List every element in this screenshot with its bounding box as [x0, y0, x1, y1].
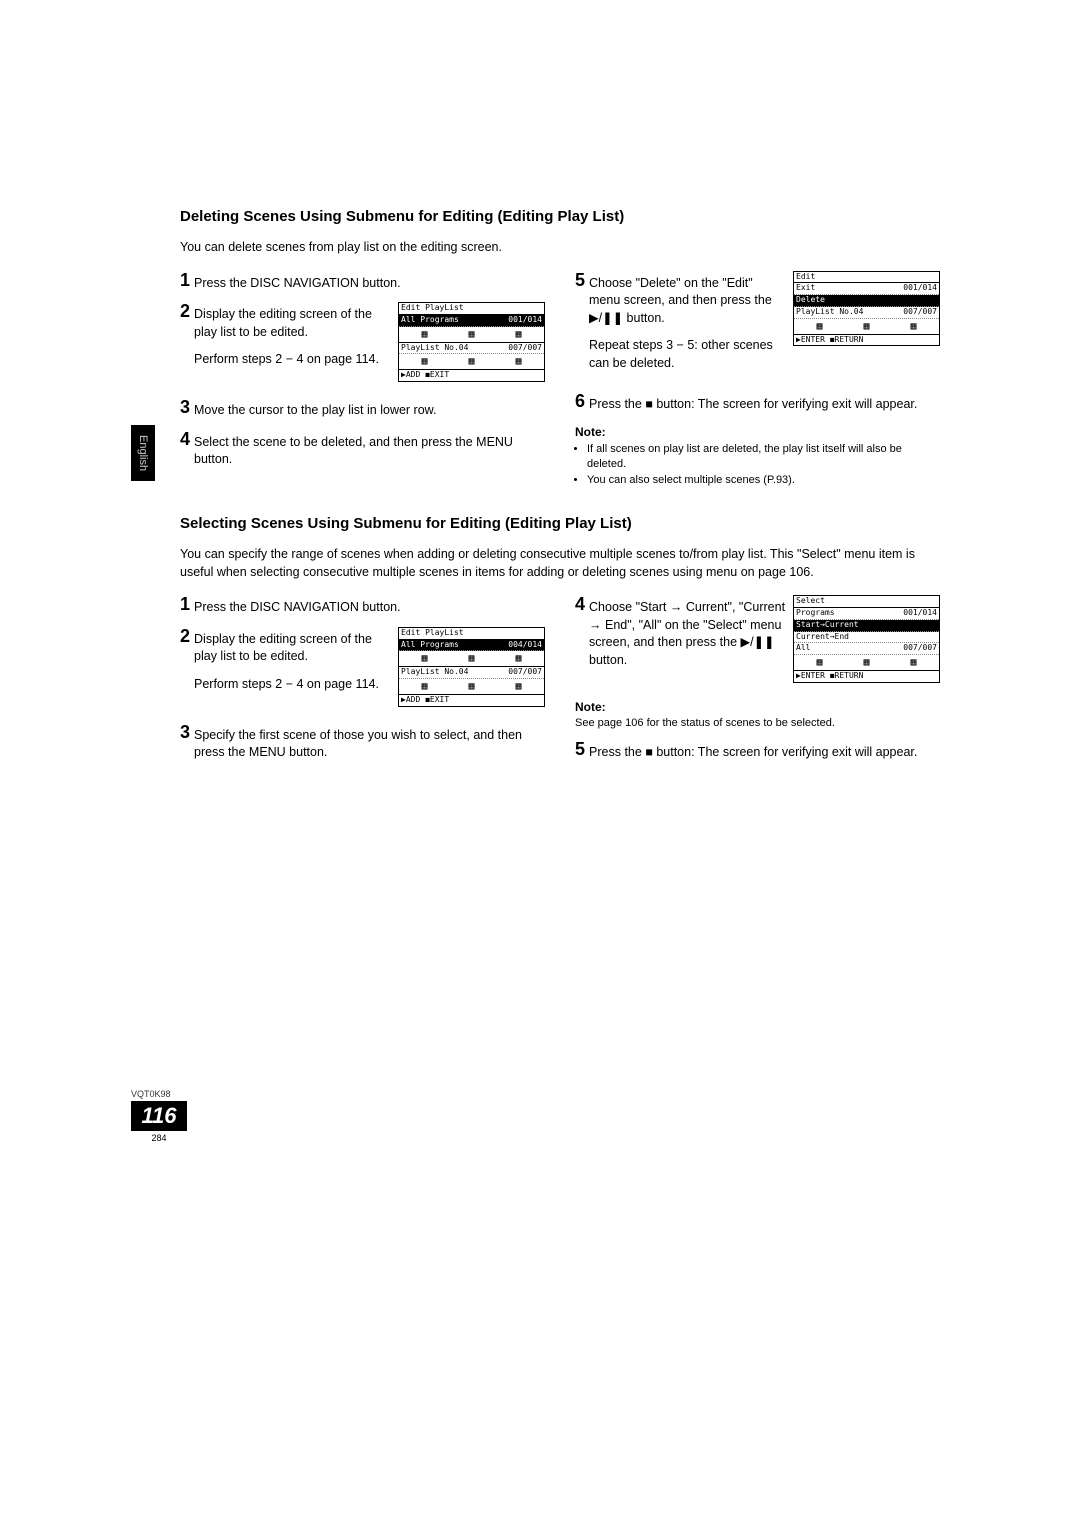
fig-row: PlayList No.04007/007 — [399, 667, 544, 679]
section2-title: Selecting Scenes Using Submenu for Editi… — [180, 515, 940, 532]
note-list: If all scenes on play list are deleted, … — [575, 442, 940, 487]
step-number: 4 — [180, 430, 190, 448]
note-heading: Note: — [575, 699, 940, 716]
fig-row: PlayList No.04007/007 — [399, 343, 544, 355]
step-text: Display the editing screen of the play l… — [194, 627, 392, 666]
footer-block: VQT0K98 116 284 — [131, 1089, 191, 1143]
fig-thumb-row: ▦▦▦ — [399, 651, 544, 667]
step-text: Press the DISC NAVIGATION button. — [194, 271, 545, 293]
fig-thumb-row: ▦▦▦ — [794, 655, 939, 671]
doc-code: VQT0K98 — [131, 1089, 191, 1099]
step-text: Select the scene to be deleted, and then… — [194, 430, 545, 469]
step-number: 3 — [180, 398, 190, 416]
section1-col-right: Edit Exit001/014 Delete PlayList No.0400… — [575, 271, 940, 490]
section1-intro: You can delete scenes from play list on … — [180, 239, 940, 257]
fig-row: Exit001/014 — [794, 283, 939, 295]
fig-title: Edit PlayList — [399, 303, 544, 315]
section1-columns: 1 Press the DISC NAVIGATION button. Edit… — [180, 271, 940, 490]
fig-row: PlayList No.04007/007 — [794, 307, 939, 319]
fig-title: Edit PlayList — [399, 628, 544, 640]
step-number: 1 — [180, 595, 190, 613]
stop-icon: ■ — [645, 396, 653, 414]
fig-title: Edit — [794, 272, 939, 284]
page-number-sub: 284 — [131, 1133, 187, 1143]
fig-footer: ▶ADD ◼EXIT — [399, 695, 544, 706]
step-number: 2 — [180, 302, 190, 320]
language-tab: English — [131, 425, 155, 481]
fig-thumb-row: ▦▦▦ — [399, 327, 544, 343]
fig-row: Delete — [794, 295, 939, 307]
section2-col-left: 1 Press the DISC NAVIGATION button. Edit… — [180, 595, 545, 772]
step-number: 5 — [575, 740, 585, 758]
fig-footer: ▶ENTER ◼RETURN — [794, 335, 939, 346]
play-pause-icon: ▶/❚❚ — [589, 310, 623, 328]
step-number: 4 — [575, 595, 585, 613]
page-number-main: 116 — [131, 1101, 187, 1131]
step-text: Choose "Delete" on the "Edit" menu scree… — [589, 271, 787, 328]
edit-playlist-figure: Edit PlayList All Programs001/014 ▦▦▦ Pl… — [398, 302, 545, 382]
fig-footer: ▶ENTER ◼RETURN — [794, 671, 939, 682]
fig-row: Current→End — [794, 632, 939, 644]
step-number: 1 — [180, 271, 190, 289]
fig-row: All007/007 — [794, 643, 939, 655]
fig-footer: ▶ADD ◼EXIT — [399, 370, 544, 381]
step-text: Display the editing screen of the play l… — [194, 302, 392, 341]
step-text: Press the ■ button: The screen for verif… — [589, 392, 940, 414]
edit-playlist-figure: Edit PlayList All Programs004/014 ▦▦▦ Pl… — [398, 627, 545, 707]
fig-row: All Programs001/014 — [399, 315, 544, 327]
note-item: If all scenes on play list are deleted, … — [587, 442, 940, 471]
section2-col-right: Select Programs001/014 Start→Current Cur… — [575, 595, 940, 772]
section1-title: Deleting Scenes Using Submenu for Editin… — [180, 208, 940, 225]
section2-intro: You can specify the range of scenes when… — [180, 546, 940, 581]
fig-row: All Programs004/014 — [399, 640, 544, 652]
fig-thumb-row: ▦▦▦ — [399, 354, 544, 370]
step-text: Move the cursor to the play list in lowe… — [194, 398, 545, 420]
note-item: You can also select multiple scenes (P.9… — [587, 473, 940, 487]
step-number: 5 — [575, 271, 585, 289]
fig-title: Select — [794, 596, 939, 608]
section2-columns: 1 Press the DISC NAVIGATION button. Edit… — [180, 595, 940, 772]
content-area: Deleting Scenes Using Submenu for Editin… — [180, 208, 940, 772]
fig-row: Programs001/014 — [794, 608, 939, 620]
step-text: Press the ■ button: The screen for verif… — [589, 740, 940, 762]
edit-menu-figure: Edit Exit001/014 Delete PlayList No.0400… — [793, 271, 940, 347]
fig-thumb-row: ▦▦▦ — [794, 319, 939, 335]
step-text: Press the DISC NAVIGATION button. — [194, 595, 545, 617]
step-text: Choose "Start → Current", "Current → End… — [589, 595, 787, 669]
section1-col-left: 1 Press the DISC NAVIGATION button. Edit… — [180, 271, 545, 490]
stop-icon: ■ — [645, 744, 653, 762]
manual-page: English Deleting Scenes Using Submenu fo… — [0, 0, 1080, 1528]
step-text: Specify the first scene of those you wis… — [194, 723, 545, 762]
step-number: 3 — [180, 723, 190, 741]
fig-row: Start→Current — [794, 620, 939, 632]
select-menu-figure: Select Programs001/014 Start→Current Cur… — [793, 595, 940, 683]
fig-thumb-row: ▦▦▦ — [399, 679, 544, 695]
note-text: See page 106 for the status of scenes to… — [575, 716, 940, 730]
step-number: 6 — [575, 392, 585, 410]
step-number: 2 — [180, 627, 190, 645]
note-heading: Note: — [575, 424, 940, 441]
play-pause-icon: ▶/❚❚ — [741, 634, 775, 652]
